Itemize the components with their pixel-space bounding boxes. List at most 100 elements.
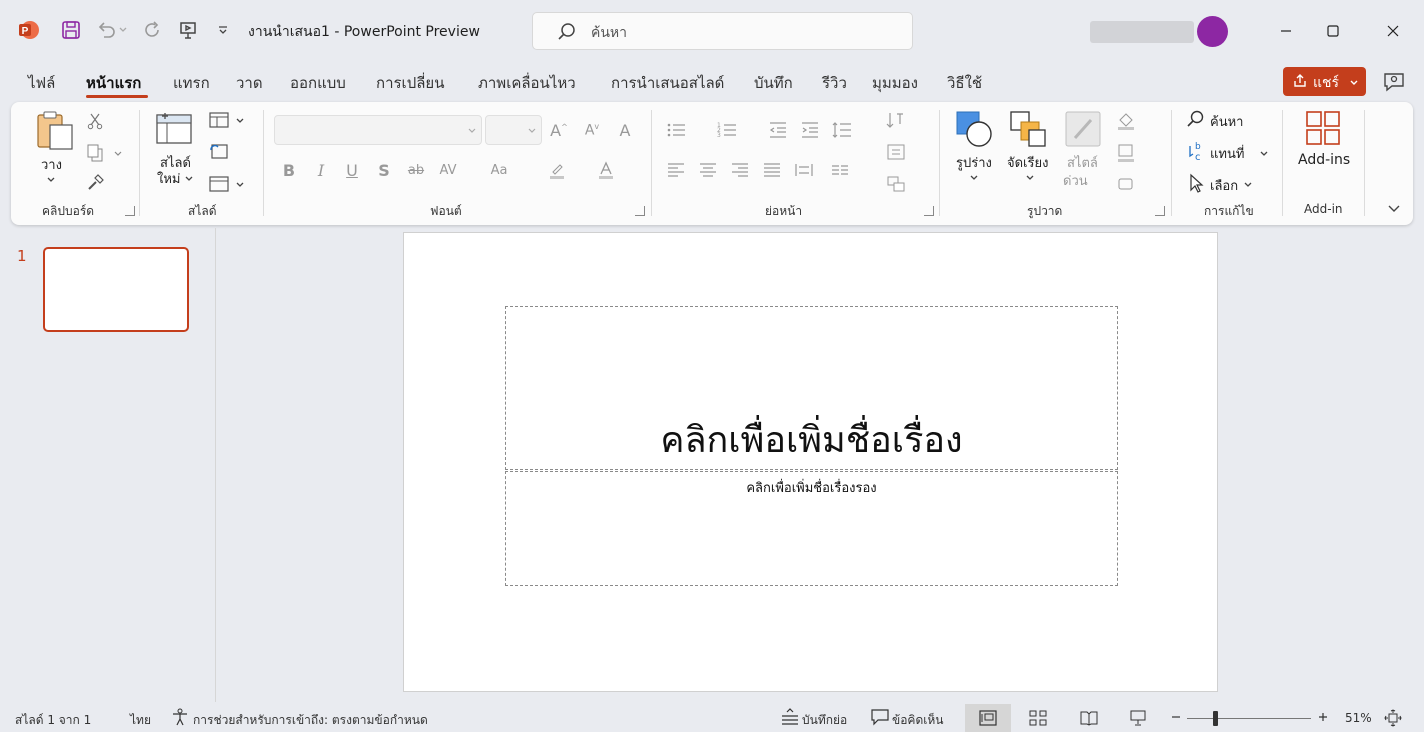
search-placeholder[interactable]: ค้นหา	[591, 22, 627, 44]
italic-icon[interactable]: I	[310, 159, 332, 181]
tab-file[interactable]: ไฟล์	[28, 71, 55, 95]
search-box[interactable]: ค้นหา	[532, 12, 913, 50]
comments-button[interactable]: ข้อคิดเห็น	[892, 711, 943, 730]
convert-to-smartart-icon[interactable]	[885, 173, 907, 195]
clear-formatting-icon[interactable]: A	[614, 119, 636, 141]
comments-pane-icon[interactable]	[1382, 70, 1406, 97]
copy-dropdown-icon[interactable]	[113, 148, 123, 162]
align-left-icon[interactable]	[665, 159, 687, 181]
new-slide-dropdown-icon[interactable]	[184, 173, 194, 187]
tab-home[interactable]: หน้าแรก	[86, 71, 141, 95]
decrease-font-size-icon[interactable]: Av	[581, 119, 603, 141]
accessibility-status[interactable]: การช่วยสำหรับการเข้าถึง: ตรงตามข้อกำหนด	[193, 711, 428, 730]
tab-review[interactable]: รีวิว	[822, 71, 847, 95]
quick-styles-label-2[interactable]: ด่วน	[1063, 170, 1088, 191]
tab-slideshow[interactable]: การนำเสนอสไลด์	[611, 71, 724, 95]
replace-label[interactable]: แทนที่	[1210, 143, 1244, 164]
clipboard-launcher-icon[interactable]	[125, 206, 135, 216]
align-text-icon[interactable]	[885, 141, 907, 163]
save-icon[interactable]	[59, 18, 83, 42]
font-name-combo[interactable]	[274, 115, 482, 145]
add-ins-label[interactable]: Add-ins	[1298, 152, 1350, 168]
ribbon-display-options-icon[interactable]	[1387, 202, 1401, 219]
shape-fill-icon[interactable]	[1115, 109, 1137, 131]
tab-help[interactable]: วิธีใช้	[947, 71, 982, 95]
share-button[interactable]: แชร์	[1283, 67, 1366, 96]
character-spacing-icon[interactable]: AV	[437, 159, 459, 181]
cut-icon[interactable]	[84, 110, 106, 132]
text-shadow-icon[interactable]: S	[373, 159, 395, 181]
select-dropdown-icon[interactable]	[1243, 179, 1253, 193]
tab-record[interactable]: บันทึก	[754, 71, 793, 95]
notes-button[interactable]: บันทึกย่อ	[802, 711, 847, 730]
bold-icon[interactable]: B	[278, 159, 300, 181]
title-placeholder[interactable]: คลิกเพื่อเพิ่มชื่อเรื่อง	[505, 306, 1118, 470]
avatar[interactable]	[1197, 16, 1228, 47]
increase-font-size-icon[interactable]: A^	[548, 119, 570, 141]
close-icon[interactable]	[1373, 16, 1413, 46]
zoom-slider-track[interactable]	[1187, 718, 1311, 719]
language-indicator[interactable]: ไทย	[130, 711, 151, 730]
maximize-icon[interactable]	[1313, 16, 1353, 46]
increase-indent-icon[interactable]	[799, 119, 821, 141]
strikethrough-icon[interactable]: ab	[405, 159, 427, 181]
zoom-in-icon[interactable]	[1317, 710, 1329, 727]
tab-design[interactable]: ออกแบบ	[290, 71, 346, 95]
notes-icon[interactable]	[780, 708, 800, 729]
quick-styles-icon[interactable]	[1065, 110, 1103, 151]
arrange-label[interactable]: จัดเรียง	[1007, 152, 1048, 173]
account-name-redacted[interactable]	[1090, 21, 1194, 43]
tab-transitions[interactable]: การเปลี่ยน	[376, 71, 444, 95]
undo-dropdown-icon[interactable]	[116, 18, 130, 42]
redo-icon[interactable]	[141, 18, 165, 42]
tab-insert[interactable]: แทรก	[173, 71, 210, 95]
slideshow-view-icon[interactable]	[1129, 709, 1147, 730]
zoom-slider-thumb[interactable]	[1213, 711, 1219, 726]
layout-icon[interactable]	[208, 109, 230, 131]
add-ins-icon[interactable]	[1305, 110, 1341, 149]
arrange-dropdown-icon[interactable]	[1025, 172, 1035, 186]
arrange-icon[interactable]	[1009, 110, 1047, 151]
customize-qat-icon[interactable]	[213, 18, 233, 42]
numbering-icon[interactable]: 123	[716, 119, 738, 141]
paragraph-launcher-icon[interactable]	[924, 206, 934, 216]
justify-icon[interactable]	[761, 159, 783, 181]
select-icon[interactable]	[1186, 173, 1206, 196]
tab-animations[interactable]: ภาพเคลื่อนไหว	[478, 71, 576, 95]
underline-icon[interactable]: U	[341, 159, 363, 181]
shapes-label[interactable]: รูปร่าง	[956, 152, 992, 173]
drawing-launcher-icon[interactable]	[1155, 206, 1165, 216]
new-slide-label-2[interactable]: ใหม่	[157, 168, 181, 189]
undo-icon[interactable]	[94, 18, 118, 42]
new-slide-icon[interactable]	[155, 111, 195, 150]
paste-icon[interactable]	[35, 111, 75, 154]
zoom-out-icon[interactable]	[1170, 710, 1182, 727]
normal-view-button[interactable]	[965, 704, 1011, 732]
align-right-icon[interactable]	[729, 159, 751, 181]
tab-view[interactable]: มุมมอง	[872, 71, 918, 95]
columns-icon[interactable]	[829, 159, 851, 181]
replace-dropdown-icon[interactable]	[1259, 148, 1269, 162]
text-direction-icon[interactable]	[885, 110, 907, 132]
font-launcher-icon[interactable]	[635, 206, 645, 216]
layout-dropdown-icon[interactable]	[235, 115, 245, 129]
accessibility-icon[interactable]	[171, 708, 189, 729]
reset-slide-icon[interactable]	[208, 140, 230, 162]
format-painter-icon[interactable]	[84, 172, 106, 194]
bullets-icon[interactable]	[665, 119, 687, 141]
reading-view-icon[interactable]	[1080, 710, 1098, 729]
line-spacing-icon[interactable]	[831, 119, 853, 141]
shape-outline-icon[interactable]	[1115, 141, 1137, 163]
decrease-indent-icon[interactable]	[767, 119, 789, 141]
shapes-dropdown-icon[interactable]	[969, 172, 979, 186]
align-center-icon[interactable]	[697, 159, 719, 181]
change-case-icon[interactable]: Aa	[488, 159, 510, 181]
find-icon[interactable]	[1186, 109, 1206, 132]
replace-icon[interactable]: bc	[1186, 141, 1206, 166]
distributed-icon[interactable]	[793, 159, 815, 181]
find-label[interactable]: ค้นหา	[1210, 111, 1243, 132]
paste-label[interactable]: วาง	[41, 154, 62, 175]
tab-draw[interactable]: วาด	[236, 71, 263, 95]
subtitle-placeholder[interactable]: คลิกเพื่อเพิ่มชื่อเรื่องรอง	[505, 471, 1118, 586]
font-size-combo[interactable]	[485, 115, 542, 145]
